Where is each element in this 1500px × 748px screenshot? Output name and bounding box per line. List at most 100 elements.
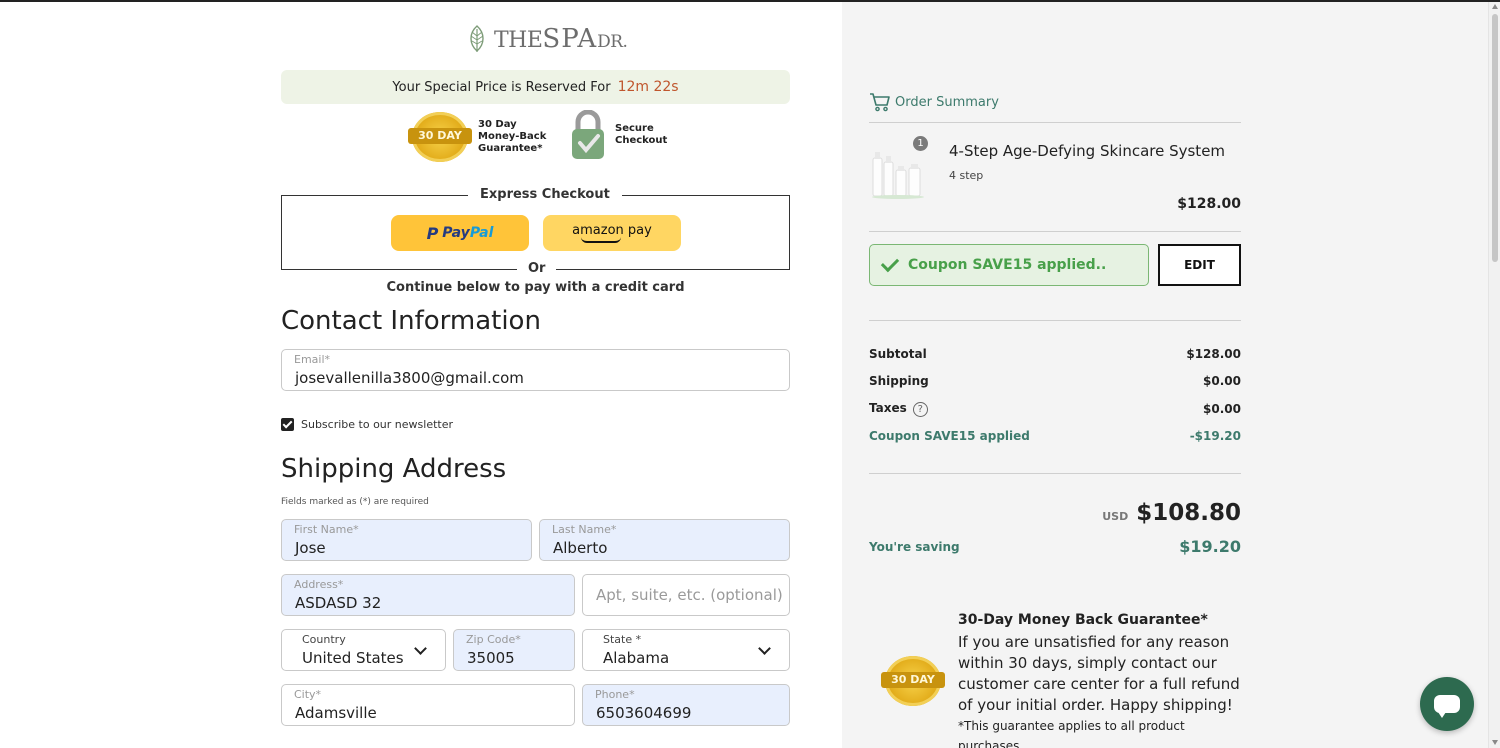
apt-suite-field[interactable]: Apt, suite, etc. (optional) [582, 574, 790, 616]
coupon-applied-box: Coupon SAVE15 applied.. [869, 244, 1149, 286]
subscribe-newsletter[interactable]: Subscribe to our newsletter [281, 418, 453, 431]
taxes-label: Taxes [869, 401, 907, 415]
money-back-badge: 30 DAY 30 Day Money-Back Guarantee* [408, 112, 546, 162]
coupon-discount-row: Coupon SAVE15 applied -$19.20 [869, 429, 1241, 443]
express-checkout-title: Express Checkout [468, 187, 622, 202]
logo-the: THE [494, 28, 543, 53]
quantity-badge: 1 [913, 136, 928, 151]
gold-seal-icon: 30 DAY [881, 656, 945, 706]
page-scrollbar[interactable] [1488, 2, 1500, 748]
required-fields-note: Fields marked as (*) are required [281, 497, 429, 507]
product-price: $128.00 [1177, 196, 1241, 212]
paypal-button[interactable]: P Pay Pal [391, 215, 529, 251]
amazon-pay-text: amazon pay [572, 222, 652, 238]
zip-code-label: Zip Code* [466, 633, 521, 646]
country-label: Country [302, 633, 346, 646]
email-value[interactable]: josevallenilla3800@gmail.com [295, 369, 524, 387]
last-name-label: Last Name* [552, 523, 617, 536]
state-select[interactable]: State * Alabama [582, 629, 790, 671]
phone-label: Phone* [595, 688, 635, 701]
reserved-price-banner: Your Special Price is Reserved For 12m 2… [281, 70, 790, 104]
city-label: City* [294, 688, 322, 701]
shipping-row: Shipping $0.00 [869, 374, 1241, 388]
taxes-label-wrap: Taxes? [869, 401, 928, 417]
secure-line: Checkout [615, 135, 668, 146]
chevron-down-icon[interactable] [414, 642, 427, 655]
cart-icon [870, 93, 890, 112]
guarantee-title: 30-Day Money Back Guarantee* [958, 612, 1208, 628]
taxes-value: $0.00 [1203, 402, 1241, 416]
phone-field[interactable]: Phone* 6503604699 [582, 684, 790, 726]
secure-checkout-badge: Secure Checkout [571, 110, 667, 160]
continue-credit-card-text: Continue below to pay with a credit card [386, 280, 685, 295]
currency-label: USD [1102, 510, 1129, 523]
amazon-smile-icon [581, 237, 621, 243]
brand-logo[interactable]: THESPADR. [466, 24, 628, 54]
amazon-pay-button[interactable]: amazon pay [543, 215, 681, 251]
saving-value: $19.20 [1179, 537, 1241, 556]
lock-check-icon [572, 110, 604, 159]
chat-icon [1434, 695, 1460, 718]
subtotal-label: Subtotal [869, 347, 927, 361]
guarantee-badge-text: 30 Day Money-Back Guarantee* [478, 119, 546, 155]
total-row: USD $108.80 [1102, 500, 1241, 526]
saving-row: You're saving $19.20 [869, 537, 1241, 556]
divider [869, 122, 1241, 123]
edit-coupon-button[interactable]: EDIT [1158, 244, 1241, 286]
guarantee-line: 30 Day [478, 119, 517, 130]
divider [869, 231, 1241, 232]
first-name-value[interactable]: Jose [295, 539, 326, 557]
apt-suite-placeholder[interactable]: Apt, suite, etc. (optional) [596, 586, 783, 604]
logo-dr: DR. [597, 32, 628, 52]
leaf-logo-icon [470, 25, 484, 52]
logo-spa: SPA [542, 24, 598, 54]
country-select[interactable]: Country United States [281, 629, 446, 671]
seal-text: 30 DAY [408, 128, 472, 144]
email-field[interactable]: Email* josevallenilla3800@gmail.com [281, 349, 790, 391]
address-value[interactable]: ASDASD 32 [295, 594, 381, 612]
seal-text: 30 DAY [881, 672, 945, 688]
first-name-field[interactable]: First Name* Jose [281, 519, 532, 561]
gold-seal-icon: 30 DAY [408, 112, 472, 162]
subtotal-row: Subtotal $128.00 [869, 347, 1241, 361]
zip-code-value[interactable]: 35005 [467, 649, 515, 667]
city-field[interactable]: City* Adamsville [281, 684, 575, 726]
guarantee-line: Money-Back [478, 131, 547, 142]
address-label: Address* [294, 578, 344, 591]
product-variant: 4 step [949, 169, 984, 182]
last-name-field[interactable]: Last Name* Alberto [539, 519, 790, 561]
address-field[interactable]: Address* ASDASD 32 [281, 574, 575, 616]
coupon-discount-label: Coupon SAVE15 applied [869, 429, 1030, 443]
state-value[interactable]: Alabama [603, 649, 669, 667]
subscribe-checkbox[interactable] [281, 418, 294, 431]
chat-button[interactable] [1420, 677, 1474, 731]
check-icon [880, 253, 900, 272]
subtotal-value: $128.00 [1186, 347, 1241, 361]
subscribe-label: Subscribe to our newsletter [301, 418, 454, 431]
order-summary-header[interactable]: Order Summary [869, 92, 999, 112]
chevron-down-icon[interactable] [758, 642, 771, 655]
secure-badge-text: Secure Checkout [615, 123, 667, 147]
paypal-icon: P [426, 223, 439, 243]
divider [869, 473, 1241, 474]
help-icon[interactable]: ? [912, 402, 928, 417]
brand-wordmark: THESPADR. [494, 24, 628, 54]
first-name-label: First Name* [294, 523, 359, 536]
product-name: 4-Step Age-Defying Skincare System [949, 142, 1226, 160]
email-label: Email* [294, 353, 331, 366]
guarantee-line: Guarantee* [478, 143, 543, 154]
scroll-thumb[interactable] [1492, 14, 1498, 262]
paypal-pal-text: Pal [469, 225, 494, 241]
city-value[interactable]: Adamsville [295, 704, 377, 722]
phone-value[interactable]: 6503604699 [596, 704, 691, 722]
country-value[interactable]: United States [302, 649, 404, 667]
paypal-pay-text: Pay [442, 225, 470, 241]
coupon-applied-text: Coupon SAVE15 applied.. [908, 257, 1107, 273]
or-divider: Or [517, 261, 557, 276]
coupon-discount-value: -$19.20 [1189, 429, 1241, 443]
scroll-down-icon[interactable] [1492, 740, 1498, 745]
scroll-up-icon[interactable] [1492, 4, 1498, 9]
zip-code-field[interactable]: Zip Code* 35005 [453, 629, 575, 671]
contact-information-title: Contact Information [281, 306, 541, 336]
last-name-value[interactable]: Alberto [553, 539, 607, 557]
